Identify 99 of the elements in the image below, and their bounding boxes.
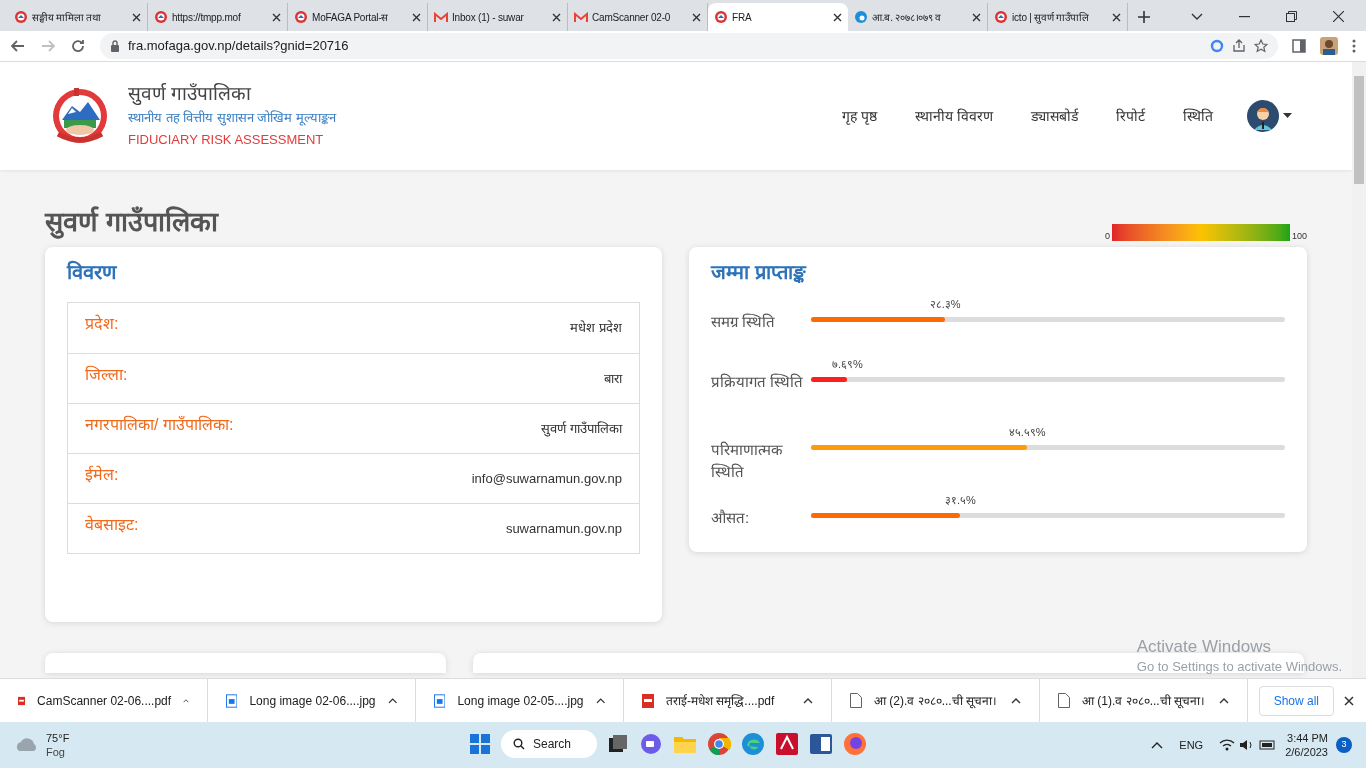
edge-icon[interactable]: [741, 732, 765, 756]
google-icon[interactable]: [1210, 39, 1224, 53]
address-bar[interactable]: fra.mofaga.gov.np/details?gnid=20716: [100, 33, 1278, 59]
file-icon: [1058, 693, 1070, 708]
show-all-button[interactable]: Show all: [1258, 685, 1334, 716]
emblem-icon: [994, 10, 1008, 24]
wifi-icon[interactable]: [1219, 738, 1236, 752]
weather-condition: Fog: [46, 745, 66, 759]
site-title: सुवर्ण गाउँपालिका: [128, 82, 253, 107]
field-label: प्रदेश:: [85, 313, 119, 334]
score-label: समग्र स्थिति: [711, 312, 777, 332]
notification-badge[interactable]: 3: [1336, 737, 1352, 753]
windows-start-icon[interactable]: [469, 733, 491, 755]
emblem-icon: [714, 10, 728, 24]
card-title: जम्मा प्राप्ताङ्क: [711, 260, 808, 285]
close-icon[interactable]: [1344, 695, 1354, 706]
share-icon[interactable]: [1232, 39, 1246, 53]
nav-link[interactable]: गृह पृष्ठ: [842, 105, 878, 127]
word-icon[interactable]: [809, 732, 833, 756]
close-icon[interactable]: [552, 12, 561, 22]
mail-icon: [434, 11, 448, 23]
new-tab-icon[interactable]: [1138, 11, 1150, 23]
task-view-icon[interactable]: [607, 733, 629, 755]
clock-date[interactable]: 2/6/2023: [1285, 745, 1328, 759]
nav-link[interactable]: रिपोर्ट: [1116, 105, 1145, 127]
file-icon: [850, 693, 862, 708]
emblem-icon: [154, 10, 168, 24]
reload-icon[interactable]: [70, 38, 86, 54]
close-icon[interactable]: [132, 12, 141, 22]
scrollbar[interactable]: [1352, 62, 1366, 678]
field-value: सुवर्ण गाउँपालिका: [541, 420, 622, 439]
field-value: बारा: [604, 370, 622, 388]
emblem-icon: [294, 10, 308, 24]
minimize-icon[interactable]: [1239, 15, 1250, 18]
legend-max: 100: [1291, 231, 1307, 241]
weather-temperature: 75°F: [46, 731, 70, 745]
chat-icon[interactable]: [639, 733, 663, 755]
search-icon: [513, 738, 525, 750]
card-title: विवरण: [67, 259, 118, 285]
chevron-up-icon[interactable]: [387, 697, 397, 704]
lock-icon: [110, 40, 120, 52]
score-reading: ४५.५९%: [1008, 425, 1046, 439]
caret-icon[interactable]: [1283, 113, 1292, 119]
nav-link[interactable]: स्थानीय विवरण: [915, 105, 993, 127]
close-icon[interactable]: [412, 12, 421, 22]
close-icon[interactable]: [1333, 11, 1344, 22]
field-value: info@suwarnamun.gov.np: [471, 470, 622, 488]
chevron-up-icon[interactable]: [595, 697, 605, 704]
page-title: सुवर्ण गाउँपालिका: [45, 205, 218, 240]
close-icon[interactable]: [1112, 12, 1121, 22]
chevron-up-icon[interactable]: [1011, 697, 1021, 704]
site-tagline: FIDUCIARY RISK ASSESSMENT: [128, 131, 325, 149]
score-label: प्रक्रियागत स्थिति: [711, 372, 805, 392]
mail-icon: [574, 11, 588, 23]
image-file-icon: [226, 693, 238, 708]
close-icon[interactable]: [972, 12, 981, 22]
activation-text: Go to Settings to activate Windows.: [1136, 658, 1342, 676]
user-avatar-icon[interactable]: [1247, 100, 1279, 132]
score-reading: २८.३%: [929, 297, 961, 311]
chevron-up-icon[interactable]: [1151, 741, 1164, 749]
site-subtitle: स्थानीय तह वित्तीय सुशासन जोखिम मूल्याङ्कन: [128, 109, 337, 128]
score-reading: ३१.५%: [944, 493, 976, 507]
field-label: जिल्ला:: [85, 364, 128, 385]
field-label: नगरपालिका/ गाउँपालिका:: [85, 414, 234, 435]
field-value: मधेश प्रदेश: [570, 319, 622, 337]
emblem-icon: [14, 10, 28, 24]
taskbar-search[interactable]: Search: [501, 730, 597, 758]
browser-tab[interactable]: FRA: [708, 3, 848, 31]
activation-title: Activate Windows: [1136, 636, 1272, 658]
nav-link[interactable]: ड्यासबोर्ड: [1031, 105, 1078, 127]
profile-avatar-icon[interactable]: [1320, 37, 1338, 55]
pdf-file-icon: [642, 693, 654, 708]
chevron-up-icon[interactable]: [1219, 697, 1229, 704]
back-icon[interactable]: [10, 38, 26, 54]
score-label: औसत:: [711, 508, 751, 528]
nav-link[interactable]: स्थिति: [1183, 105, 1213, 127]
chrome-icon[interactable]: [707, 732, 731, 756]
close-icon[interactable]: [272, 12, 281, 22]
score-reading: ७.६९%: [832, 357, 863, 371]
score-label: परिमाणात्मक स्थिति: [711, 440, 784, 482]
clock-time[interactable]: 3:44 PM: [1287, 731, 1328, 745]
firefox-icon[interactable]: [843, 732, 867, 756]
side-panel-icon[interactable]: [1292, 39, 1306, 53]
pdf-reader-icon[interactable]: [775, 732, 799, 756]
restore-icon[interactable]: [1286, 11, 1297, 22]
star-icon[interactable]: [1254, 39, 1268, 53]
close-icon[interactable]: [833, 12, 842, 22]
battery-icon[interactable]: [1259, 739, 1278, 751]
image-file-icon: [434, 693, 446, 708]
chevron-up-icon[interactable]: [803, 697, 813, 704]
menu-icon[interactable]: [1352, 39, 1356, 53]
field-value: suwarnamun.gov.np: [505, 520, 622, 538]
tab-search-icon[interactable]: [1191, 12, 1203, 21]
edge-icon: [854, 10, 868, 24]
field-label: वेबसाइट:: [85, 514, 139, 535]
field-label: ईमेल:: [85, 464, 119, 485]
close-icon[interactable]: [692, 12, 701, 22]
language-indicator[interactable]: ENG: [1179, 736, 1204, 754]
legend-min: 0: [1104, 231, 1110, 241]
